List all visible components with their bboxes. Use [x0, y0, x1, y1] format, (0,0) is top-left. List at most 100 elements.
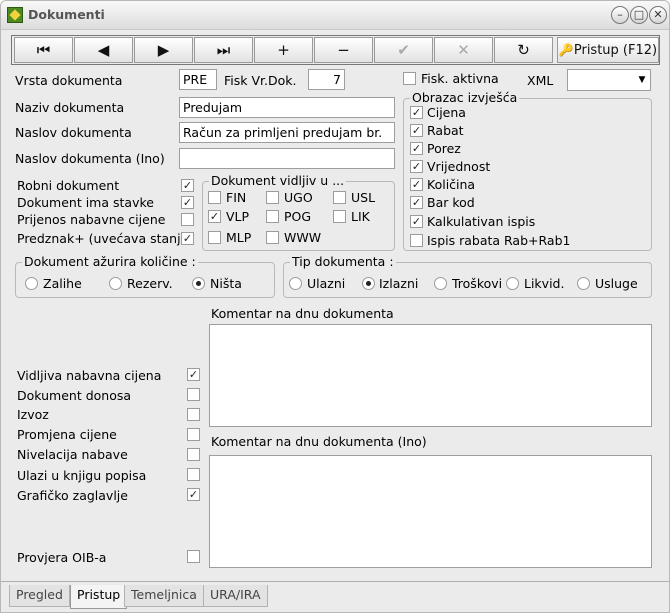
- key-icon: 🔑: [558, 43, 574, 57]
- nista-label: Ništa: [210, 276, 242, 291]
- naziv-dokumenta-input[interactable]: Predujam: [179, 97, 395, 118]
- navigation-toolbar: ⏮ ◀ ▶ ⏭ + − ✔ ✕ ↻ 🔑Pristup (F12): [11, 35, 660, 65]
- obrazac-izvjesca-title: Obrazac izvješća: [410, 90, 520, 105]
- mlp-checkbox[interactable]: [208, 231, 221, 244]
- cijena-checkbox[interactable]: ✓: [410, 106, 423, 119]
- fisk-vr-dok-input[interactable]: 7: [308, 69, 345, 90]
- xml-label: XML: [527, 73, 554, 88]
- usl-checkbox[interactable]: [333, 191, 346, 204]
- ulazni-radio[interactable]: [289, 277, 302, 290]
- rezerv-label: Rezerv.: [127, 276, 173, 291]
- ulazi-u-knjigu-popisa-checkbox[interactable]: [187, 468, 200, 481]
- ugo-label: UGO: [284, 190, 313, 205]
- delete-record-button[interactable]: −: [314, 37, 373, 63]
- xml-select[interactable]: ▼: [567, 69, 651, 91]
- rabat-label: Rabat: [427, 123, 464, 138]
- promjena-cijene-checkbox[interactable]: [187, 428, 200, 441]
- komentar-textarea[interactable]: [209, 324, 652, 427]
- confirm-button[interactable]: ✔: [374, 37, 433, 63]
- zalihe-radio[interactable]: [25, 277, 38, 290]
- close-button[interactable]: ✕: [649, 6, 667, 24]
- nivelacija-nabave-checkbox[interactable]: [187, 448, 200, 461]
- provjera-oib-label: Provjera OIB-a: [17, 550, 107, 565]
- robni-dokument-label: Robni dokument: [17, 178, 120, 193]
- kalkulativan-ispis-checkbox[interactable]: ✓: [410, 215, 423, 228]
- minimize-button[interactable]: –: [611, 6, 629, 24]
- mlp-label: MLP: [226, 230, 252, 245]
- komentar-label: Komentar na dnu dokumenta: [211, 306, 394, 321]
- vlp-checkbox[interactable]: ✓: [208, 210, 221, 223]
- vidljiva-nabavna-cijena-checkbox[interactable]: ✓: [187, 368, 200, 381]
- app-icon: [7, 7, 23, 23]
- prijenos-nabavne-cijene-checkbox[interactable]: [181, 213, 194, 226]
- rabat-checkbox[interactable]: ✓: [410, 124, 423, 137]
- dokument-ima-stavke-checkbox[interactable]: ✓: [181, 196, 194, 209]
- tip-dokumenta-title: Tip dokumenta :: [290, 254, 396, 269]
- porez-checkbox[interactable]: ✓: [410, 142, 423, 155]
- last-record-button[interactable]: ⏭: [194, 37, 253, 63]
- lik-label: LIK: [351, 209, 370, 224]
- dokument-ima-stavke-label: Dokument ima stavke: [17, 195, 154, 210]
- ispis-rabata-label: Ispis rabata Rab+Rab1: [427, 233, 571, 248]
- tab-bar: Pregled Pristup Temeljnica URA/IRA: [1, 581, 669, 612]
- previous-record-button[interactable]: ◀: [74, 37, 133, 63]
- kolicina-label: Količina: [427, 177, 476, 192]
- dokument-donosa-checkbox[interactable]: [187, 388, 200, 401]
- bar-kod-label: Bar kod: [427, 195, 475, 210]
- www-label: WWW: [284, 230, 322, 245]
- cijena-label: Cijena: [427, 105, 466, 120]
- troskovi-radio[interactable]: [434, 277, 447, 290]
- predznak-checkbox[interactable]: ✓: [181, 232, 194, 245]
- pog-label: POG: [284, 209, 312, 224]
- graficko-zaglavlje-checkbox[interactable]: ✓: [187, 488, 200, 501]
- izvoz-label: Izvoz: [17, 407, 49, 422]
- nista-radio[interactable]: [192, 277, 205, 290]
- provjera-oib-checkbox[interactable]: [187, 550, 200, 563]
- tab-ura-ira[interactable]: URA/IRA: [203, 585, 268, 607]
- komentar-ino-textarea[interactable]: [209, 455, 652, 568]
- cancel-button[interactable]: ✕: [434, 37, 493, 63]
- refresh-button[interactable]: ↻: [494, 37, 553, 63]
- title-bar: Dokumenti – □ ✕: [1, 1, 669, 30]
- maximize-button[interactable]: □: [630, 6, 648, 24]
- izlazni-radio[interactable]: [362, 277, 375, 290]
- bar-kod-checkbox[interactable]: ✓: [410, 196, 423, 209]
- vidljiva-nabavna-cijena-label: Vidljiva nabavna cijena: [17, 368, 162, 383]
- ugo-checkbox[interactable]: [266, 191, 279, 204]
- izvoz-checkbox[interactable]: [187, 408, 200, 421]
- komentar-ino-label: Komentar na dnu dokumenta (Ino): [211, 434, 427, 449]
- next-record-button[interactable]: ▶: [134, 37, 193, 63]
- lik-checkbox[interactable]: [333, 210, 346, 223]
- dokument-donosa-label: Dokument donosa: [17, 388, 132, 403]
- zalihe-label: Zalihe: [43, 276, 82, 291]
- ispis-rabata-checkbox[interactable]: [410, 234, 423, 247]
- rezerv-radio[interactable]: [109, 277, 122, 290]
- naslov-dokumenta-ino-input[interactable]: [179, 148, 395, 169]
- www-checkbox[interactable]: [266, 231, 279, 244]
- pog-checkbox[interactable]: [266, 210, 279, 223]
- tab-temeljnica[interactable]: Temeljnica: [124, 585, 204, 607]
- robni-dokument-checkbox[interactable]: ✓: [181, 179, 194, 192]
- tab-pregled[interactable]: Pregled: [9, 585, 70, 607]
- naslov-dokumenta-input[interactable]: Račun za primljeni predujam br.: [179, 122, 395, 143]
- usluge-label: Usluge: [595, 276, 638, 291]
- azurira-kolicine-title: Dokument ažurira količine :: [22, 254, 198, 269]
- likvid-label: Likvid.: [524, 276, 565, 291]
- vrsta-dokumenta-input[interactable]: PRE: [179, 69, 217, 90]
- kolicina-checkbox[interactable]: ✓: [410, 178, 423, 191]
- dokument-vidljiv-title: Dokument vidljiv u ...: [209, 173, 347, 188]
- likvid-radio[interactable]: [506, 277, 519, 290]
- dropdown-arrow-icon: ▼: [638, 75, 646, 85]
- tab-pristup[interactable]: Pristup: [70, 585, 128, 609]
- usl-label: USL: [351, 190, 376, 205]
- fisk-aktivna-label: Fisk. aktivna: [421, 71, 499, 86]
- add-record-button[interactable]: +: [254, 37, 313, 63]
- fisk-aktivna-checkbox[interactable]: [403, 72, 416, 85]
- fin-checkbox[interactable]: [208, 191, 221, 204]
- first-record-button[interactable]: ⏮: [14, 37, 73, 63]
- vrijednost-checkbox[interactable]: ✓: [410, 160, 423, 173]
- usluge-radio[interactable]: [577, 277, 590, 290]
- pristup-button[interactable]: 🔑Pristup (F12): [557, 37, 659, 63]
- naziv-dokumenta-label: Naziv dokumenta: [15, 100, 125, 115]
- vrsta-dokumenta-label: Vrsta dokumenta: [15, 73, 123, 88]
